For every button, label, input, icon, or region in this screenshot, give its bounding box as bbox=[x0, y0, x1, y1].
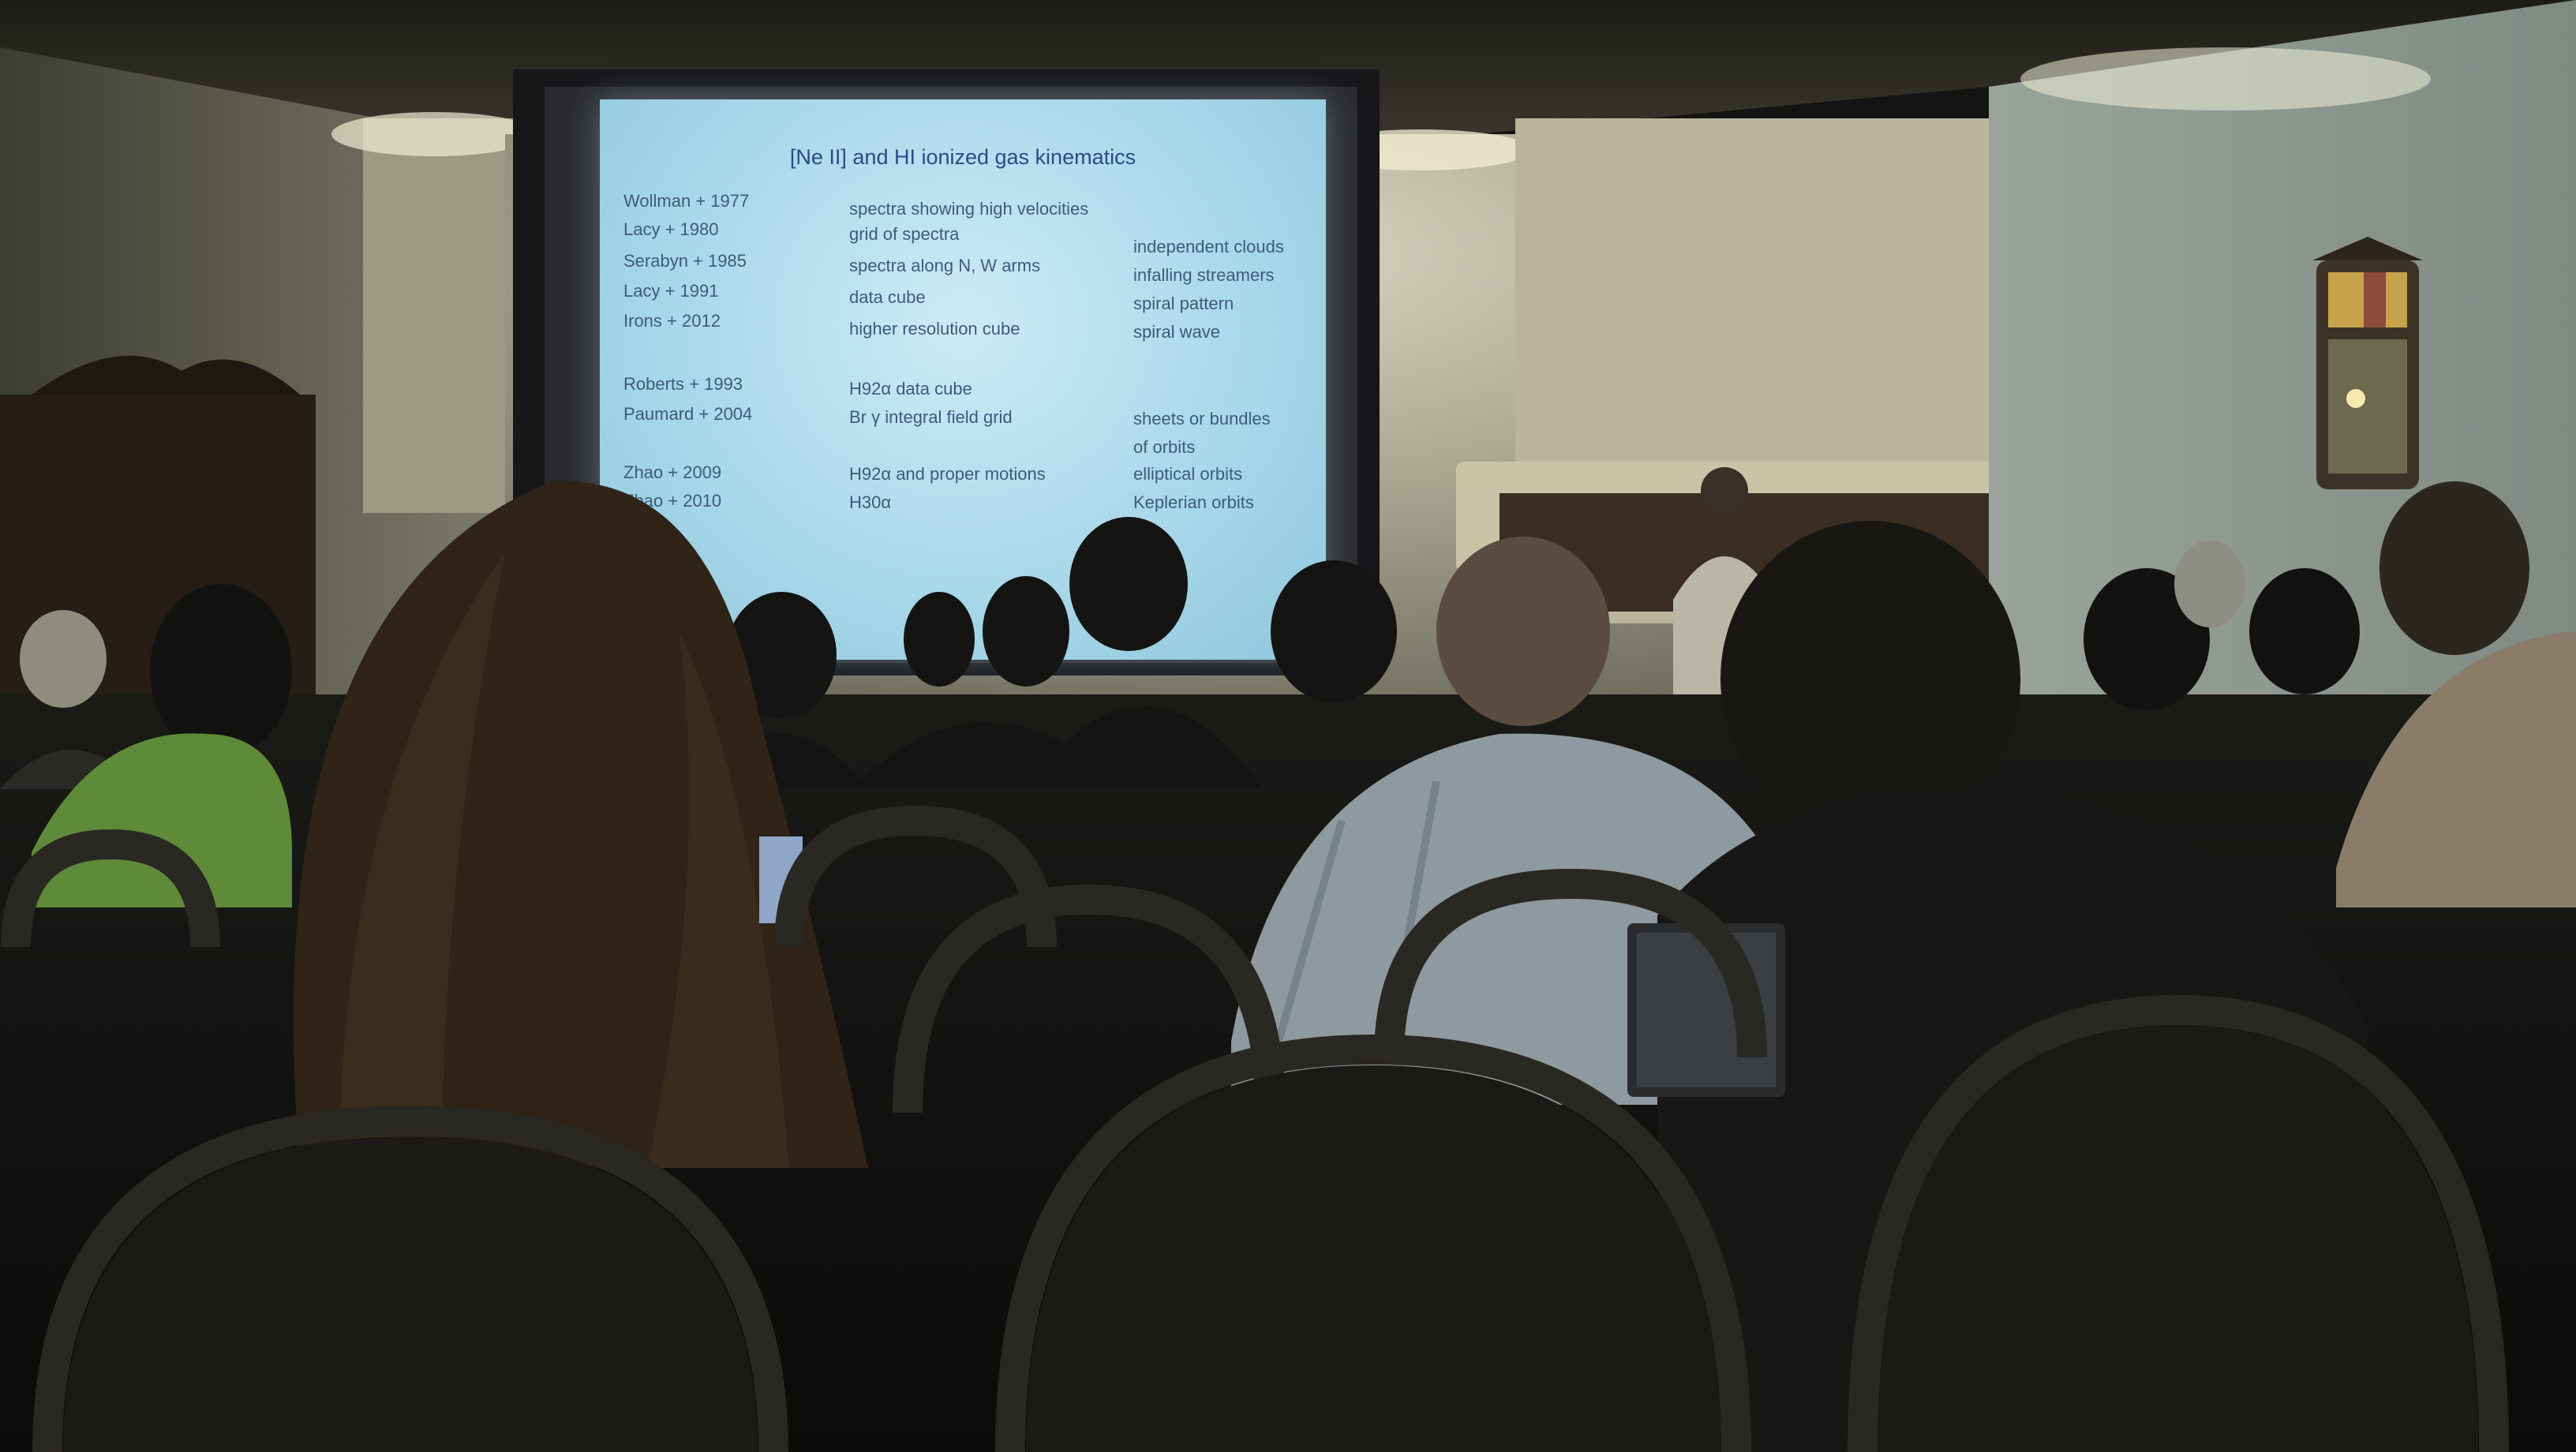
audience-member-long-hair bbox=[293, 481, 868, 1168]
audience bbox=[0, 481, 2576, 1452]
conference-room-photo: [Ne II] and HI ionized gas kinematics Wo… bbox=[0, 0, 2576, 1452]
right-side-heads bbox=[2084, 541, 2360, 710]
